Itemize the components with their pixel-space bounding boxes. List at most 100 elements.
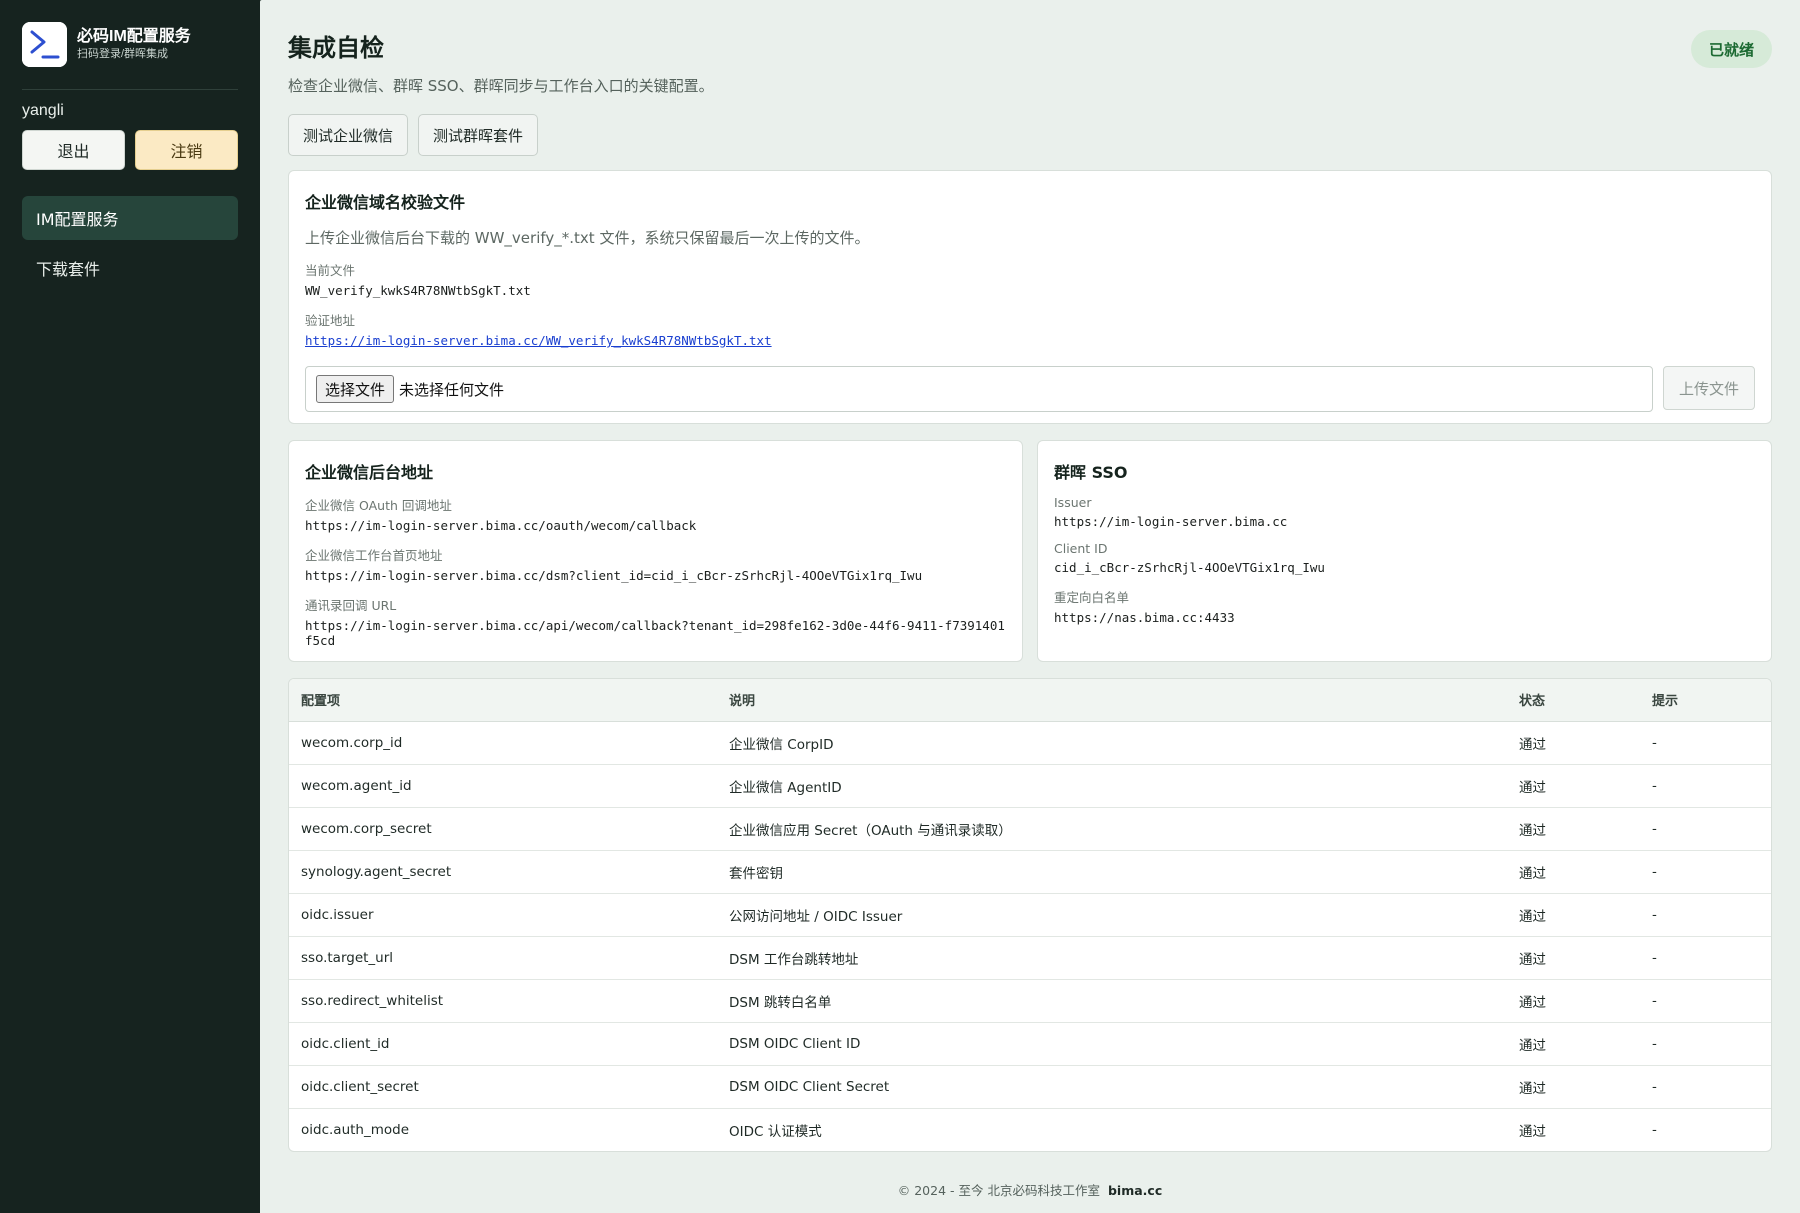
oauth-label: 企业微信 OAuth 回调地址 (305, 498, 452, 513)
config-desc: 企业微信 CorpID (717, 721, 1507, 765)
sidebar-item-download[interactable]: 下载套件 (22, 246, 238, 290)
sidebar-nav: IM配置服务 下载套件 (22, 196, 238, 290)
sidebar: 必码IM配置服务 扫码登录/群晖集成 yangli 退出 注销 IM配置服务 下… (0, 0, 260, 1213)
config-desc: DSM OIDC Client ID (717, 1022, 1507, 1066)
verify-card-title: 企业微信域名校验文件 (305, 193, 466, 212)
config-status: 通过 (1507, 1065, 1640, 1109)
config-hint: - (1640, 807, 1771, 851)
table-row: sso.redirect_whitelist DSM 跳转白名单 通过 - (289, 979, 1771, 1023)
verify-url-link[interactable]: https://im-login-server.bima.cc/WW_verif… (305, 333, 772, 348)
table-row: oidc.client_id DSM OIDC Client ID 通过 - (289, 1022, 1771, 1066)
config-hint: - (1640, 764, 1771, 808)
footer-link[interactable]: bima.cc (1108, 1183, 1162, 1198)
table-row: synology.agent_secret 套件密钥 通过 - (289, 850, 1771, 894)
config-key: synology.agent_secret (289, 850, 717, 894)
current-file-value: WW_verify_kwkS4R78NWtbSgkT.txt (305, 283, 531, 298)
table-row: oidc.issuer 公网访问地址 / OIDC Issuer 通过 - (289, 893, 1771, 937)
home-label: 企业微信工作台首页地址 (305, 548, 443, 563)
config-key: sso.redirect_whitelist (289, 979, 717, 1023)
contacts-value: https://im-login-server.bima.cc/api/weco… (305, 618, 1005, 648)
column-header: 提示 (1640, 679, 1771, 722)
config-desc: 公网访问地址 / OIDC Issuer (717, 893, 1507, 937)
contacts-label: 通讯录回调 URL (305, 598, 397, 613)
config-hint: - (1640, 1022, 1771, 1066)
status-badge: 已就绪 (1690, 30, 1772, 68)
verify-file-card: 企业微信域名校验文件 上传企业微信后台下载的 WW_verify_*.txt 文… (288, 170, 1772, 424)
test-synology-button[interactable]: 测试群晖套件 (418, 114, 539, 156)
table-row: oidc.auth_mode OIDC 认证模式 通过 - (289, 1108, 1771, 1151)
table-row: wecom.corp_id 企业微信 CorpID 通过 - (289, 721, 1771, 765)
config-hint: - (1640, 936, 1771, 980)
config-key: oidc.auth_mode (301, 1121, 410, 1138)
column-header: 说明 (717, 679, 1507, 722)
config-key: oidc.issuer (289, 893, 717, 937)
config-key: oidc.client_secret (289, 1065, 717, 1109)
column-header: 配置项 (289, 679, 717, 722)
choose-file-button[interactable]: 选择文件 (316, 375, 395, 403)
config-status: 通过 (1507, 979, 1640, 1023)
config-status: 通过 (1519, 1123, 1546, 1140)
config-key: wecom.corp_id (289, 721, 717, 765)
deregister-button[interactable]: 注销 (135, 130, 238, 170)
config-status: 通过 (1507, 764, 1640, 808)
config-hint: - (1652, 1121, 1657, 1138)
config-hint: - (1640, 893, 1771, 937)
sso-card-title: 群晖 SSO (1054, 463, 1128, 482)
file-status: 未选择任何文件 (399, 380, 505, 399)
file-input[interactable]: 选择文件 未选择任何文件 (305, 366, 1653, 412)
config-desc: DSM 工作台跳转地址 (717, 936, 1507, 980)
page-title: 集成自检 (288, 34, 384, 62)
sidebar-item-im-config[interactable]: IM配置服务 (22, 196, 238, 240)
footer-copyright: © 2024 - 至今 北京必码科技工作室 (897, 1183, 1100, 1198)
config-table: 配置项 说明 状态 提示 wecom.corp_id 企业微信 CorpID 通过 -… (288, 678, 1772, 1152)
config-key: sso.target_url (289, 936, 717, 980)
verify-card-desc: 上传企业微信后台下载的 WW_verify_*.txt 文件，系统只保留最后一次… (305, 229, 870, 247)
config-desc: DSM 跳转白名单 (717, 979, 1507, 1023)
config-status: 通过 (1507, 807, 1640, 851)
config-status: 通过 (1507, 1022, 1640, 1066)
issuer-label: Issuer (1054, 495, 1092, 510)
config-status: 通过 (1507, 721, 1640, 765)
home-value: https://im-login-server.bima.cc/dsm?clie… (305, 568, 923, 583)
table-row: wecom.agent_id 企业微信 AgentID 通过 - (289, 764, 1771, 808)
config-hint: - (1640, 721, 1771, 765)
config-desc: 套件密钥 (717, 850, 1507, 894)
config-status: 通过 (1507, 936, 1640, 980)
config-status: 通过 (1507, 893, 1640, 937)
upload-button[interactable]: 上传文件 (1663, 366, 1755, 410)
brand-subtitle: 扫码登录/群晖集成 (77, 48, 169, 60)
config-hint: - (1640, 1065, 1771, 1109)
client-id-label: Client ID (1054, 541, 1108, 556)
main-content: 集成自检 检查企业微信、群晖 SSO、群晖同步与工作台入口的关键配置。 已就绪 … (260, 0, 1800, 1213)
wecom-card: 企业微信后台地址 企业微信 OAuth 回调地址 https://im-logi… (288, 440, 1023, 662)
table-row: wecom.corp_secret 企业微信应用 Secret（OAuth 与通讯… (289, 807, 1771, 851)
config-key: wecom.corp_secret (289, 807, 717, 851)
brand: 必码IM配置服务 扫码登录/群晖集成 (22, 22, 238, 90)
config-key: wecom.agent_id (289, 764, 717, 808)
oauth-value: https://im-login-server.bima.cc/oauth/we… (305, 518, 697, 533)
config-desc: 企业微信应用 Secret（OAuth 与通讯录读取） (717, 807, 1507, 851)
footer: © 2024 - 至今 北京必码科技工作室 bima.cc (260, 1180, 1800, 1199)
column-header: 状态 (1507, 679, 1640, 722)
test-wecom-button[interactable]: 测试企业微信 (288, 114, 409, 156)
config-desc: 企业微信 AgentID (717, 764, 1507, 808)
terminal-prompt-icon (22, 22, 67, 67)
brand-title: 必码IM配置服务 (77, 28, 191, 45)
config-desc: OIDC 认证模式 (729, 1123, 822, 1140)
client-id-value: cid_i_cBcr-zSrhcRjl-4OOeVTGix1rq_Iwu (1054, 560, 1325, 575)
current-file-label: 当前文件 (305, 263, 356, 278)
logout-button[interactable]: 退出 (22, 130, 125, 170)
user-name: yangli (22, 102, 64, 119)
verify-url-label: 验证地址 (305, 313, 356, 328)
config-key: oidc.client_id (289, 1022, 717, 1066)
redirect-label: 重定向白名单 (1054, 590, 1130, 605)
issuer-value: https://im-login-server.bima.cc (1054, 514, 1288, 529)
wecom-card-title: 企业微信后台地址 (305, 463, 434, 482)
config-desc: DSM OIDC Client Secret (717, 1065, 1507, 1109)
sso-card: 群晖 SSO Issuer https://im-login-server.bi… (1037, 440, 1772, 662)
config-status: 通过 (1507, 850, 1640, 894)
table-row: oidc.client_secret DSM OIDC Client Secret… (289, 1065, 1771, 1109)
config-hint: - (1640, 979, 1771, 1023)
config-hint: - (1640, 850, 1771, 894)
redirect-value: https://nas.bima.cc:4433 (1054, 610, 1235, 625)
